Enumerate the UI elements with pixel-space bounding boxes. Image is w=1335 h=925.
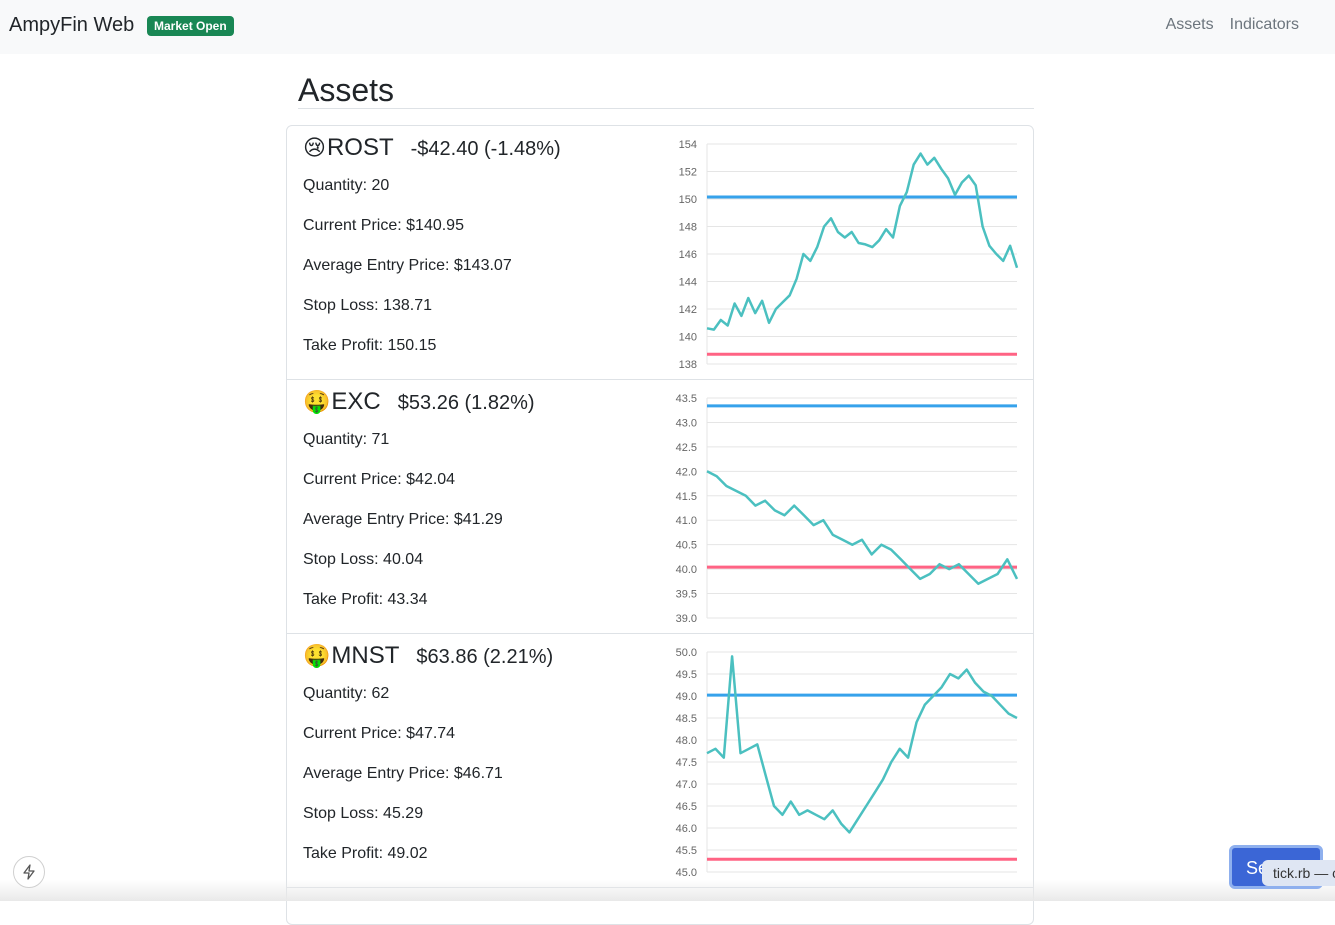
y-tick-label: 47.0 (676, 779, 697, 791)
y-tick-label: 43.0 (676, 417, 697, 429)
asset-current-price: Current Price: $47.74 (303, 725, 456, 742)
y-tick-label: 48.0 (676, 735, 697, 747)
asset-take-profit: Take Profit: 43.34 (303, 591, 428, 608)
brand-logo[interactable]: AmpyFin Web (9, 14, 134, 37)
asset-current-price: Current Price: $42.04 (303, 471, 456, 488)
mood-emoji-icon: 🤑 (303, 643, 331, 668)
y-tick-label: 46.5 (676, 801, 697, 813)
asset-take-profit: Take Profit: 150.15 (303, 337, 437, 354)
mood-emoji-icon: 😢 (303, 135, 326, 160)
asset-item-mnst: 🤑 MNST $63.86 (2.21%) Quantity: 62 Curre… (287, 634, 1033, 888)
asset-info: 🤑 MNST $63.86 (2.21%) Quantity: 62 Curre… (303, 642, 653, 874)
price-chart-exc: 43.5 43.0 42.5 42.0 41.5 41.0 40.5 40.0 39.5 39.0 (676, 393, 1019, 625)
asset-header: 🤑 EXC $53.26 (1.82%) (303, 388, 653, 420)
y-tick-label: 39.5 (676, 589, 697, 601)
y-tick-label: 154 (679, 139, 697, 151)
price-chart-mnst: 50.0 49.5 49.0 48.5 48.0 47.5 47.0 46.5 46.0 45.5… (676, 647, 1018, 879)
asset-stop-loss: Stop Loss: 138.71 (303, 297, 432, 314)
asset-ticker: ROST (326, 134, 394, 161)
asset-average-entry: Average Entry Price: $46.71 (303, 765, 503, 782)
y-tick-label: 40.5 (676, 540, 697, 552)
y-tick-label: 48.5 (676, 713, 697, 725)
nav-link-assets[interactable]: Assets (1166, 16, 1214, 34)
y-tick-label: 146 (679, 249, 697, 261)
asset-header: 😢 ROST -$42.40 (-1.48%) (303, 134, 653, 166)
asset-item-exc: 🤑 EXC $53.26 (1.82%) Quantity: 71 Curren… (287, 380, 1033, 634)
asset-change: -$42.40 (-1.48%) (410, 138, 561, 160)
asset-item-rost: 😢 ROST -$42.40 (-1.48%) Quantity: 20 Cur… (287, 126, 1033, 380)
asset-stop-loss: Stop Loss: 45.29 (303, 805, 424, 822)
asset-ticker: EXC (331, 388, 381, 415)
page-title: Assets (298, 72, 1034, 109)
y-tick-label: 40.0 (676, 564, 697, 576)
y-tick-label: 49.0 (676, 691, 697, 703)
asset-ticker: MNST (331, 642, 400, 669)
y-tick-label: 41.0 (676, 515, 697, 527)
bottom-fade (0, 880, 1335, 901)
asset-header: 🤑 MNST $63.86 (2.21%) (303, 642, 653, 674)
mood-emoji-icon: 🤑 (303, 389, 331, 414)
asset-info: 🤑 EXC $53.26 (1.82%) Quantity: 71 Curren… (303, 388, 653, 620)
y-tick-label: 43.5 (676, 393, 697, 405)
lightning-icon[interactable] (13, 856, 45, 888)
y-tick-label: 42.5 (676, 442, 697, 454)
asset-info: 😢 ROST -$42.40 (-1.48%) Quantity: 20 Cur… (303, 134, 653, 366)
asset-list: 😢 ROST -$42.40 (-1.48%) Quantity: 20 Cur… (286, 125, 1034, 925)
y-tick-label: 142 (679, 304, 697, 316)
asset-quantity: Quantity: 71 (303, 431, 390, 448)
file-tooltip: tick.rb — c (1262, 860, 1335, 886)
y-tick-label: 150 (679, 194, 697, 206)
navbar: AmpyFin Web Market Open Assets Indicator… (0, 0, 1335, 54)
y-tick-label: 47.5 (676, 757, 697, 769)
y-tick-label: 140 (679, 332, 697, 344)
asset-change: $63.86 (2.21%) (416, 646, 554, 668)
y-tick-label: 152 (679, 167, 697, 179)
asset-take-profit: Take Profit: 49.02 (303, 845, 428, 862)
price-series-line (706, 152, 1019, 331)
y-tick-label: 46.0 (676, 823, 697, 835)
asset-average-entry: Average Entry Price: $41.29 (303, 511, 503, 528)
y-tick-label: 148 (679, 222, 697, 234)
y-tick-label: 45.0 (676, 867, 697, 879)
y-tick-label: 138 (679, 359, 697, 371)
asset-quantity: Quantity: 62 (303, 685, 390, 702)
asset-change: $53.26 (1.82%) (397, 392, 535, 414)
asset-average-entry: Average Entry Price: $143.07 (303, 257, 512, 274)
y-tick-label: 45.5 (676, 845, 697, 857)
y-tick-label: 49.5 (676, 669, 697, 681)
asset-stop-loss: Stop Loss: 40.04 (303, 551, 424, 568)
market-status-badge: Market Open (147, 16, 234, 36)
asset-current-price: Current Price: $140.95 (303, 217, 464, 234)
y-tick-label: 41.5 (676, 491, 697, 503)
nav-link-indicators[interactable]: Indicators (1230, 16, 1299, 34)
y-tick-label: 50.0 (676, 647, 697, 659)
nav-links: Assets Indicators (1166, 16, 1299, 34)
asset-quantity: Quantity: 20 (303, 177, 390, 194)
y-tick-label: 144 (679, 277, 697, 289)
y-tick-label: 39.0 (676, 613, 697, 625)
y-tick-label: 42.0 (676, 466, 697, 478)
price-chart-rost: 154 152 150 148 146 144 142 140 138 (679, 139, 1019, 371)
